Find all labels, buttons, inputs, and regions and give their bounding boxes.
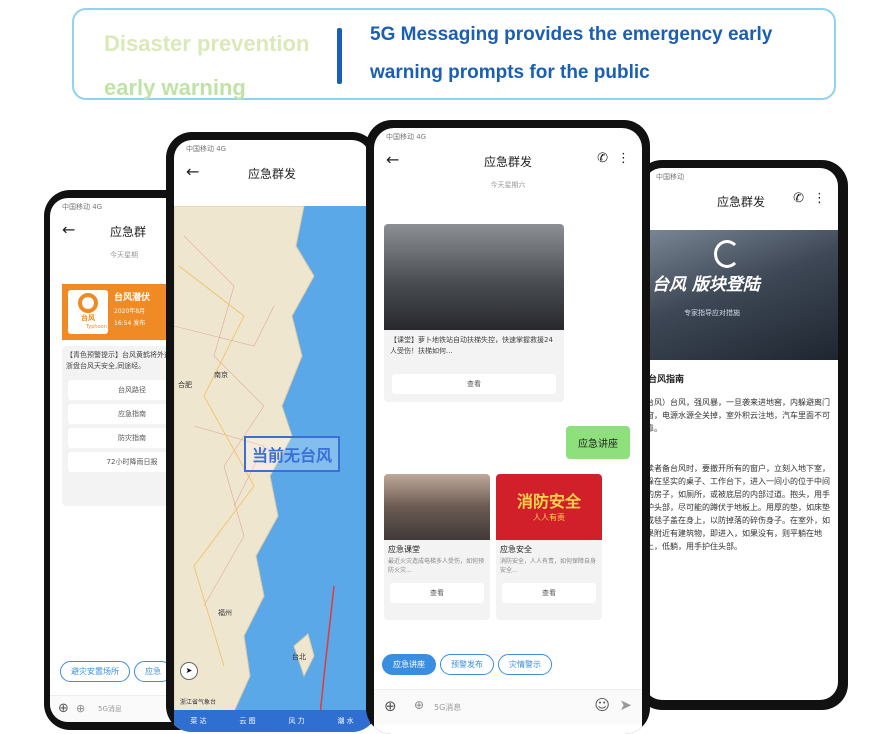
- attach-icon[interactable]: ⊕: [414, 698, 424, 712]
- course-card-2-text: 消防安全，人人有责，如何保障自身安全...: [500, 558, 597, 574]
- alert-card-meta2: 16:54 发布: [114, 320, 146, 327]
- message-input[interactable]: 5G消息: [98, 704, 122, 714]
- suggestion-chips: 应急讲座 预警发布 灾情警示: [382, 652, 556, 675]
- city-label-1: 南京: [214, 371, 228, 379]
- chat-title: 应急群发: [716, 195, 765, 209]
- news-view-button[interactable]: 查看: [392, 374, 556, 394]
- phone-front: 中国移动 4G ← 应急群发 ✆ ⋮ 今天星期六 【课堂】萝卜地铁站自动扶梯失控…: [366, 120, 650, 734]
- status-bar: 中国移动 4G: [186, 145, 227, 153]
- phone-right: 中国移动 应急群发 ✆ ⋮ 台风 版块登陆 专家指导应对措施 台风指南 台风）台…: [636, 160, 848, 710]
- phone-right-screen: 中国移动 应急群发 ✆ ⋮ 台风 版块登陆 专家指导应对措施 台风指南 台风）台…: [644, 168, 838, 700]
- back-arrow-icon[interactable]: ←: [62, 220, 75, 239]
- more-menu-icon[interactable]: ⋮: [813, 191, 826, 206]
- map-tab[interactable]: 云 图: [223, 710, 272, 732]
- city-label-4: 台北: [292, 653, 306, 661]
- course-card-1-text: 最近火灾造成电梯多人受伤，如何预防火灾...: [388, 558, 485, 574]
- phone-call-icon[interactable]: ✆: [793, 191, 804, 206]
- map-tab-bar: 菜 达云 图风 力潮 水: [174, 710, 370, 732]
- course-card-2-view-button[interactable]: 查看: [502, 583, 596, 603]
- guide-paragraph-2: 读者备台风时，要撤开所有的窗户，立刻入地下室，躲在坚实的桌子、工作台下，进入一间…: [646, 464, 830, 551]
- phone-map-topbar: ← 应急群发: [174, 158, 370, 188]
- message-input[interactable]: 5G消息: [434, 702, 461, 713]
- swirl-icon: [714, 240, 740, 268]
- chip-shelter[interactable]: 避灾安置场所: [60, 661, 130, 682]
- hero-title: 台风 版块登陆: [652, 275, 760, 295]
- banner-left-text: Disaster prevention early warning: [104, 22, 324, 110]
- course-card-2[interactable]: 消防安全 人人有责 应急安全 消防安全，人人有责，如何保障自身安全... 查看: [496, 474, 602, 620]
- banner-right-line2: warning prompts for the public: [370, 62, 650, 83]
- phone-map-screen: 中国移动 4G ← 应急群发 南京 合肥 福州 台北 当前无台风 ➤ 浙江省气象…: [174, 140, 370, 732]
- hero-subtitle: 专家指导应对措施: [684, 309, 740, 317]
- course-card-1-title: 应急课堂: [388, 545, 420, 554]
- alert-card-brand: Typhoon: [86, 324, 107, 330]
- city-label-2: 合肥: [178, 381, 192, 389]
- course-card-2-title: 应急安全: [500, 545, 532, 554]
- suggestion-chip[interactable]: 灾情警示: [498, 654, 552, 675]
- alert-card-title: 台风潜伏: [114, 293, 151, 303]
- chat-bubble: 应急讲座: [566, 426, 630, 459]
- map-credit: 浙江省气象台: [180, 699, 217, 706]
- chat-title: 应急群发: [247, 167, 296, 181]
- banner-right-line1: 5G Messaging provides the emergency earl…: [370, 24, 773, 45]
- no-typhoon-stamp: 当前无台风: [244, 436, 341, 472]
- compass-icon: ➤: [180, 662, 198, 680]
- course-card-2-image: 消防安全 人人有责: [496, 474, 602, 540]
- course-card-1[interactable]: 应急课堂 最近火灾造成电梯多人受伤，如何预防火灾... 查看: [384, 474, 490, 620]
- phone-front-topbar: ← 应急群发 ✆ ⋮: [374, 146, 642, 176]
- typhoon-map[interactable]: 南京 合肥 福州 台北 当前无台风 ➤ 浙江省气象台: [174, 206, 370, 710]
- emoji-icon[interactable]: ☺: [594, 696, 610, 714]
- header-banner: Disaster prevention early warning 5G Mes…: [72, 8, 836, 100]
- typhoon-hero-image[interactable]: 台风 版块登陆 专家指导应对措施: [644, 230, 838, 360]
- news-text: 【课堂】萝卜地铁站自动扶梯失控，快速掌握救援24人受伤！扶梯如何...: [390, 336, 553, 355]
- suggestion-chip[interactable]: 预警发布: [440, 654, 494, 675]
- course-card-2-image-subtext: 人人有责: [533, 513, 565, 522]
- suggestion-chip[interactable]: 应急讲座: [382, 654, 436, 675]
- phone-map: 中国移动 4G ← 应急群发 南京 合肥 福州 台北 当前无台风 ➤ 浙江省气象…: [166, 132, 378, 732]
- course-card-1-view-button[interactable]: 查看: [390, 583, 484, 603]
- attach-icon[interactable]: ⊕: [76, 702, 85, 715]
- more-menu-icon[interactable]: ⋮: [617, 151, 630, 166]
- status-bar: 中国移动 4G: [386, 133, 427, 141]
- banner-divider: [337, 28, 342, 84]
- status-bar: 中国移动: [656, 173, 684, 181]
- phone-left-chips: 避灾安置场所 应急: [60, 659, 176, 682]
- news-image: [384, 224, 564, 330]
- guide-heading: 台风指南: [648, 375, 685, 385]
- send-icon[interactable]: ➤: [619, 696, 632, 714]
- map-tab[interactable]: 潮 水: [321, 710, 370, 732]
- add-icon[interactable]: ⊕: [384, 697, 397, 715]
- map-tab[interactable]: 风 力: [272, 710, 321, 732]
- typhoon-badge-text: 台风: [81, 314, 95, 322]
- course-card-2-image-text: 消防安全: [516, 492, 581, 511]
- phone-right-topbar: 应急群发 ✆ ⋮: [644, 186, 838, 216]
- date-label: 今天星期六: [490, 181, 526, 189]
- course-card-1-image: [384, 474, 490, 540]
- banner-left-line1: Disaster prevention: [104, 31, 310, 56]
- banner-left-line2: early warning: [104, 75, 246, 100]
- news-card[interactable]: 【课堂】萝卜地铁站自动扶梯失控，快速掌握救援24人受伤！扶梯如何... 查看: [384, 224, 564, 402]
- city-label-3: 福州: [218, 609, 232, 617]
- banner-right-text: 5G Messaging provides the emergency earl…: [370, 16, 820, 92]
- message-input-bar: ⊕ ⊕ 5G消息 ☺ ➤: [374, 689, 642, 724]
- guide-paragraph-1: 台风）台风，强风暴，一旦袭来进地窖，内躲避离门窗，电源水源全关掉，室外积云注地，…: [646, 398, 830, 433]
- map-tab[interactable]: 菜 达: [174, 710, 223, 732]
- alert-card-meta1: 2020年8月: [114, 308, 146, 315]
- add-icon[interactable]: ⊕: [58, 701, 69, 716]
- phone-call-icon[interactable]: ✆: [597, 151, 608, 166]
- phone-front-screen: 中国移动 4G ← 应急群发 ✆ ⋮ 今天星期六 【课堂】萝卜地铁站自动扶梯失控…: [374, 128, 642, 734]
